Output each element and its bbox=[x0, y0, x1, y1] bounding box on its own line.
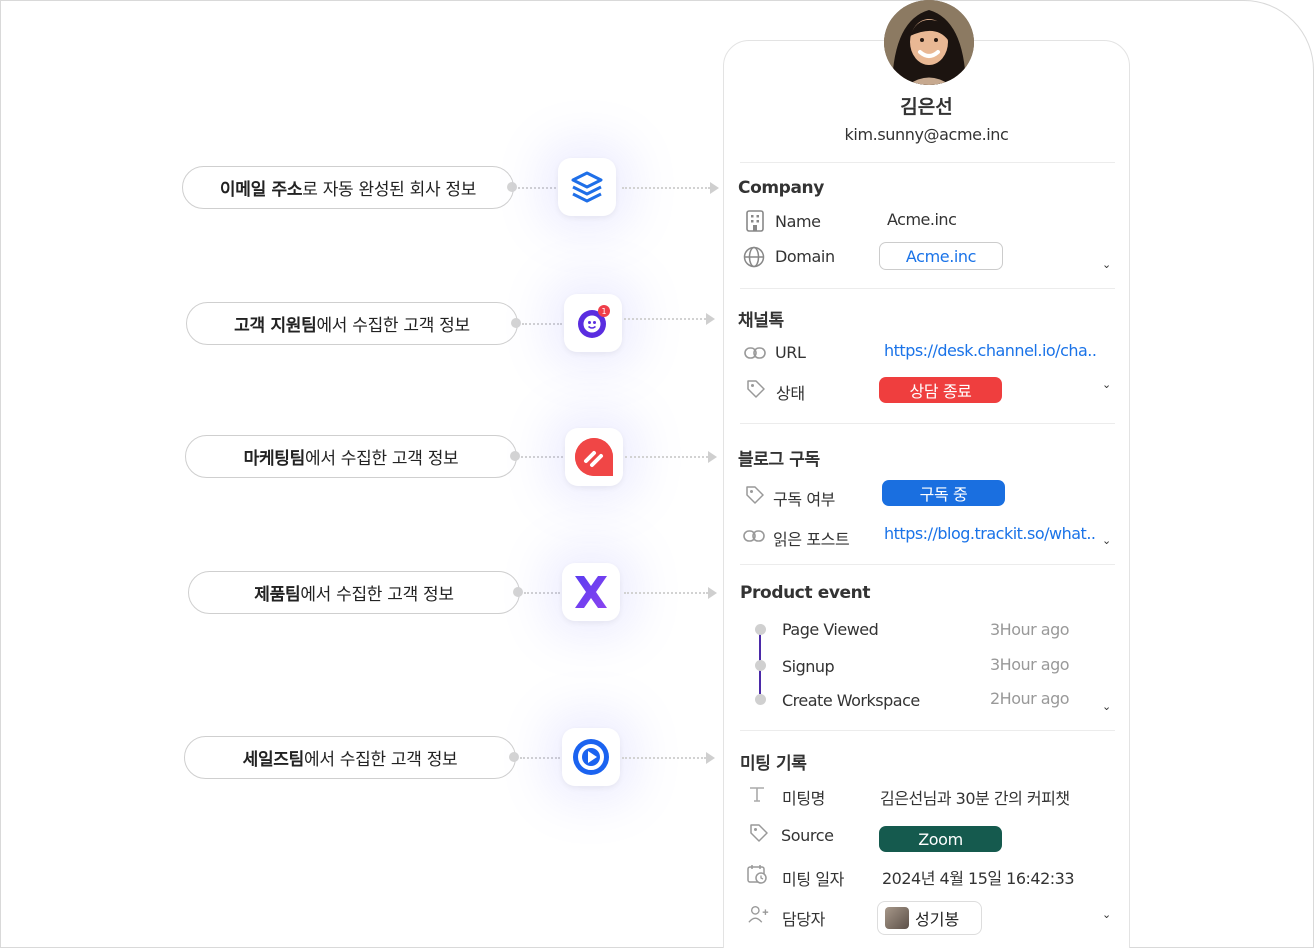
divider bbox=[740, 162, 1115, 163]
source-badge: Zoom bbox=[879, 826, 1002, 852]
event-name: Signup bbox=[782, 657, 835, 676]
source-pill-support: 고객 지원팀 에서 수집한 고객 정보 bbox=[186, 302, 518, 345]
channeltalk-url-link[interactable]: https://desk.channel.io/cha.. bbox=[884, 341, 1097, 360]
connector-arrow bbox=[708, 587, 717, 599]
blog-post-label: 읽은 포스트 bbox=[773, 530, 850, 549]
channeltalk-status-label: 상태 bbox=[776, 384, 805, 403]
chevron-down-icon[interactable]: ⌄ bbox=[1102, 378, 1111, 391]
connector-line bbox=[518, 187, 556, 189]
building-icon bbox=[744, 210, 766, 232]
connector-line bbox=[521, 456, 563, 458]
event-time: 3Hour ago bbox=[990, 655, 1070, 674]
meeting-name-value: 김은선님과 30분 간의 커피챗 bbox=[880, 789, 1070, 808]
event-name: Create Workspace bbox=[782, 691, 920, 710]
tag-icon bbox=[745, 378, 767, 400]
channeltalk-icon: 1 bbox=[564, 294, 622, 352]
status-badge-text: 상담 종료 bbox=[909, 382, 972, 401]
company-name-value: Acme.inc bbox=[887, 210, 957, 229]
tag-icon bbox=[744, 484, 766, 506]
connector-dot bbox=[510, 451, 520, 461]
blog-post-link[interactable]: https://blog.trackit.so/what.. bbox=[884, 524, 1096, 543]
sales-play-icon bbox=[562, 728, 620, 786]
section-title-meeting: 미팅 기록 bbox=[740, 754, 807, 774]
blog-subscription-label: 구독 여부 bbox=[773, 490, 835, 509]
chevron-down-icon[interactable]: ⌄ bbox=[1102, 258, 1111, 271]
connector-line bbox=[524, 592, 560, 594]
owner-chip[interactable]: 성기봉 bbox=[877, 901, 982, 935]
divider bbox=[740, 730, 1115, 731]
section-title-blog: 블로그 구독 bbox=[738, 450, 820, 470]
stack-layers-icon bbox=[558, 158, 616, 216]
connector-dot bbox=[513, 587, 523, 597]
section-title-company: Company bbox=[738, 178, 824, 198]
connector-arrow bbox=[706, 313, 715, 325]
timeline-dot bbox=[755, 624, 766, 635]
product-x-icon bbox=[562, 563, 620, 621]
connector-dot bbox=[507, 182, 517, 192]
add-user-icon bbox=[748, 903, 770, 925]
connector-line bbox=[625, 456, 708, 458]
source-pill-email: 이메일 주소 로 자동 완성된 회사 정보 bbox=[182, 166, 514, 209]
source-pill-product: 제품팀 에서 수집한 고객 정보 bbox=[188, 571, 520, 614]
chevron-down-icon[interactable]: ⌄ bbox=[1102, 700, 1111, 713]
event-time: 3Hour ago bbox=[990, 620, 1070, 639]
connector-line bbox=[622, 757, 706, 759]
meeting-date-label: 미팅 일자 bbox=[782, 870, 844, 889]
tag-icon bbox=[748, 822, 770, 844]
channeltalk-url-label: URL bbox=[775, 343, 806, 362]
domain-link-chip[interactable]: Acme.inc bbox=[879, 242, 1003, 270]
connector-arrow bbox=[710, 182, 719, 194]
chevron-down-icon[interactable]: ⌄ bbox=[1102, 534, 1111, 547]
calendar-icon bbox=[746, 863, 768, 885]
source-pill-marketing: 마케팅팀 에서 수집한 고객 정보 bbox=[185, 435, 517, 478]
event-name: Page Viewed bbox=[782, 620, 879, 639]
company-name-label: Name bbox=[775, 212, 821, 231]
domain-link[interactable]: Acme.inc bbox=[906, 247, 977, 266]
profile-email: kim.sunny@acme.inc bbox=[844, 125, 1009, 144]
meeting-source-label: Source bbox=[781, 826, 834, 845]
marketing-app-icon bbox=[565, 428, 623, 486]
chevron-down-icon[interactable]: ⌄ bbox=[1102, 908, 1111, 921]
text-type-icon bbox=[746, 783, 768, 805]
connector-arrow bbox=[706, 752, 715, 764]
connector-dot bbox=[511, 318, 521, 328]
connector-line bbox=[520, 757, 560, 759]
meeting-date-value: 2024년 4월 15일 16:42:33 bbox=[882, 869, 1075, 888]
section-title-channeltalk: 채널톡 bbox=[738, 311, 784, 331]
notification-badge: 1 bbox=[601, 307, 606, 316]
connector-dot bbox=[509, 752, 519, 762]
globe-icon bbox=[743, 246, 765, 268]
event-time: 2Hour ago bbox=[990, 689, 1070, 708]
divider bbox=[740, 564, 1115, 565]
profile-name: 김은선 bbox=[900, 96, 953, 118]
link-icon bbox=[744, 342, 766, 364]
divider bbox=[740, 288, 1115, 289]
source-pill-sales: 세일즈팀 에서 수집한 고객 정보 bbox=[184, 736, 516, 779]
status-badge: 상담 종료 bbox=[879, 377, 1002, 403]
avatar bbox=[884, 0, 974, 85]
connector-arrow bbox=[708, 451, 717, 463]
connector-line bbox=[522, 323, 562, 325]
timeline-dot bbox=[755, 660, 766, 671]
timeline-dot bbox=[755, 694, 766, 705]
owner-avatar bbox=[885, 907, 909, 929]
connector-line bbox=[624, 318, 706, 320]
section-title-product-event: Product event bbox=[740, 583, 871, 603]
meeting-name-label: 미팅명 bbox=[782, 789, 825, 808]
connector-line bbox=[624, 592, 708, 594]
subscription-badge-text: 구독 중 bbox=[919, 485, 968, 504]
link-icon bbox=[743, 525, 765, 547]
divider bbox=[740, 423, 1115, 424]
company-domain-label: Domain bbox=[775, 247, 835, 266]
subscription-badge: 구독 중 bbox=[882, 480, 1005, 506]
connector-line bbox=[622, 187, 710, 189]
source-badge-text: Zoom bbox=[918, 829, 963, 849]
owner-name: 성기봉 bbox=[915, 910, 960, 929]
meeting-owner-label: 담당자 bbox=[782, 910, 825, 929]
